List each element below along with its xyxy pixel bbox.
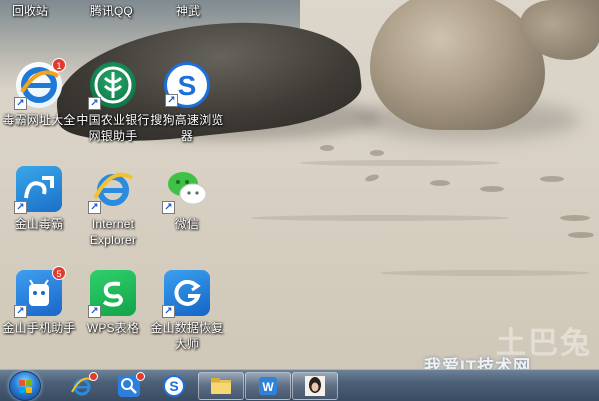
start-button-icon[interactable]	[9, 371, 41, 401]
svg-text:W: W	[262, 380, 274, 394]
shortcut-arrow-icon: ↗	[14, 97, 27, 110]
desktop-icon-wechat[interactable]: ↗ 微信	[150, 166, 224, 232]
sogou-browser-icon: S ↗	[164, 62, 210, 108]
notification-dot	[136, 372, 145, 381]
desktop-icon-sogou-browser[interactable]: S ↗ 搜狗高速浏览器	[150, 62, 224, 144]
wechat-icon: ↗	[162, 166, 210, 214]
svg-text:S: S	[178, 70, 197, 101]
icon-label: WPS表格	[86, 321, 140, 335]
shortcut-arrow-icon: ↗	[162, 201, 175, 214]
shortcut-arrow-icon: ↗	[165, 94, 178, 107]
desktop-icon-kingsoft-duba[interactable]: ↗ 金山毒霸	[2, 166, 76, 232]
icon-label: 搜狗高速浏览器	[150, 113, 224, 143]
internet-explorer-icon: ↗	[88, 166, 136, 214]
taskbar: S W	[0, 369, 599, 401]
desktop-icon-kingsoft-phone-assistant[interactable]: 5 ↗ 金山手机助手	[2, 266, 76, 336]
desktop-icon-wps-spreadsheet[interactable]: ↗ WPS表格	[76, 270, 150, 336]
icon-label: 金山手机助手	[2, 321, 76, 335]
rock-right	[370, 0, 545, 130]
abc-bank-icon: ↗	[88, 62, 136, 110]
kingsoft-data-recovery-icon: ↗	[162, 270, 210, 318]
site-watermark: 土巴兔 我爱IT技术网	[388, 318, 593, 369]
image-thumbnail-icon	[305, 376, 325, 396]
wps-writer-icon: W	[259, 377, 277, 395]
shortcut-arrow-icon: ↗	[14, 305, 27, 318]
notification-badge: 1	[52, 58, 66, 72]
tencent-qq-label[interactable]: 腾讯QQ	[90, 2, 133, 19]
desktop-wallpaper: 回收站 腾讯QQ 神武 1 ↗ 毒霸网址大全 ↗ 中国农业银行网银助手 S ↗ …	[0, 0, 599, 369]
icon-label: Internet Explorer	[89, 217, 137, 247]
recycle-bin-label[interactable]: 回收站	[12, 2, 48, 19]
kingsoft-phone-icon: 5 ↗	[14, 266, 66, 318]
taskbar-button-image[interactable]	[292, 372, 338, 400]
icon-label: 金山数据恢复大师	[150, 321, 224, 351]
wps-spreadsheet-icon: ↗	[88, 270, 136, 318]
folder-icon	[211, 378, 231, 394]
desktop-icon-kingsoft-data-recovery[interactable]: ↗ 金山数据恢复大师	[150, 270, 224, 352]
shortcut-arrow-icon: ↗	[88, 201, 101, 214]
kingsoft-duba-icon: ↗	[14, 166, 62, 214]
desktop-icon-abc-bank[interactable]: ↗ 中国农业银行网银助手	[76, 62, 150, 144]
icon-label: 毒霸网址大全	[2, 113, 76, 127]
taskbar-button-wps-writer[interactable]: W	[245, 372, 291, 400]
watermark-brand: 我爱IT技术网	[424, 357, 532, 369]
taskbar-button-folder[interactable]	[198, 372, 244, 400]
sogou-browser-icon[interactable]: S	[162, 374, 186, 398]
desktop-icon-internet-explorer[interactable]: ↗ Internet Explorer	[76, 166, 150, 248]
shortcut-arrow-icon: ↗	[88, 97, 101, 110]
notification-badge: 5	[52, 266, 66, 280]
desktop-icon-duba-navigation[interactable]: 1 ↗ 毒霸网址大全	[2, 58, 76, 128]
shenwu-label[interactable]: 神武	[176, 2, 200, 19]
shortcut-arrow-icon: ↗	[14, 201, 27, 214]
icon-label: 金山毒霸	[14, 217, 64, 231]
notification-dot	[89, 372, 98, 381]
icon-label: 微信	[174, 217, 200, 231]
ie-duba-icon: 1 ↗	[14, 58, 66, 110]
svg-text:S: S	[169, 378, 178, 394]
search-tool-icon[interactable]	[117, 372, 145, 398]
shortcut-arrow-icon: ↗	[88, 305, 101, 318]
shortcut-arrow-icon: ↗	[162, 305, 175, 318]
ie-browser-icon[interactable]	[70, 372, 98, 398]
icon-label: 中国农业银行网银助手	[76, 113, 150, 143]
